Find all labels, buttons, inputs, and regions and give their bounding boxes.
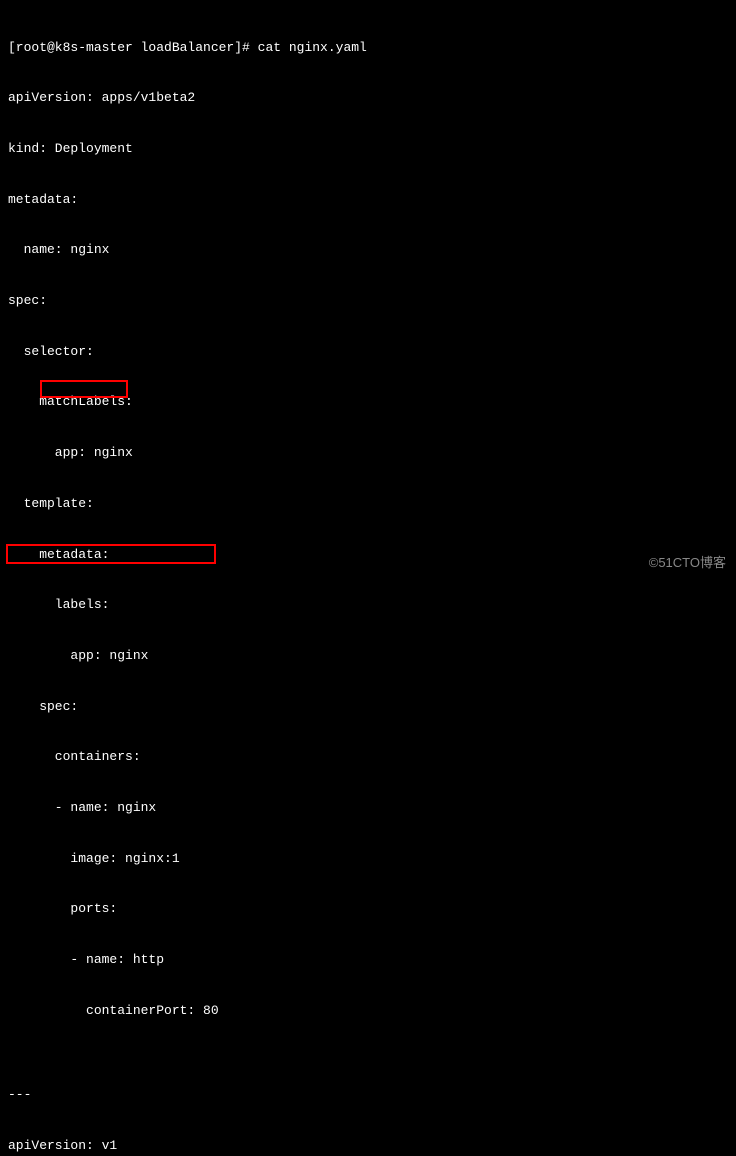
yaml-line: --- [8, 1087, 728, 1104]
yaml-line: - name: nginx [8, 800, 728, 817]
terminal-window[interactable]: [root@k8s-master loadBalancer]# cat ngin… [0, 0, 736, 1156]
yaml-line: apiVersion: v1 [8, 1138, 728, 1155]
yaml-line: - name: http [8, 952, 728, 969]
yaml-line: image: nginx:1 [8, 851, 728, 868]
prompt-line-1: [root@k8s-master loadBalancer]# cat ngin… [8, 40, 728, 57]
yaml-line: metadata: [8, 547, 728, 564]
yaml-line: kind: Deployment [8, 141, 728, 158]
command-text: cat nginx.yaml [258, 40, 367, 55]
yaml-line: matchLabels: [8, 394, 728, 411]
yaml-line: spec: [8, 293, 728, 310]
yaml-line: spec: [8, 699, 728, 716]
yaml-line: app: nginx [8, 445, 728, 462]
shell-prompt: [root@k8s-master loadBalancer]# [8, 40, 258, 55]
yaml-line: selector: [8, 344, 728, 361]
yaml-line: apiVersion: apps/v1beta2 [8, 90, 728, 107]
yaml-line: app: nginx [8, 648, 728, 665]
yaml-line: name: nginx [8, 242, 728, 259]
yaml-line: containers: [8, 749, 728, 766]
yaml-line: template: [8, 496, 728, 513]
yaml-line: ports: [8, 901, 728, 918]
watermark-text: ©51CTO博客 [649, 555, 726, 572]
yaml-line: labels: [8, 597, 728, 614]
yaml-line: containerPort: 80 [8, 1003, 728, 1020]
yaml-line: metadata: [8, 192, 728, 209]
